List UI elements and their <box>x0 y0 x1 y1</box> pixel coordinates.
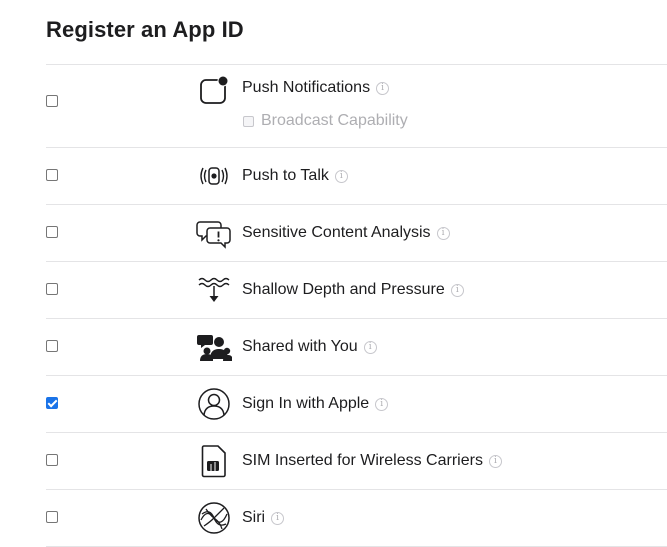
capability-label: Shared with You i <box>242 338 377 356</box>
shallow-depth-and-pressure-checkbox[interactable] <box>46 283 58 295</box>
capability-name: Push Notifications <box>242 79 371 96</box>
capability-name: Shared with You <box>242 338 358 355</box>
capability-row-sensitive-content-analysis: Sensitive Content Analysis i <box>46 205 667 262</box>
broadcast-capability-checkbox[interactable] <box>243 115 254 127</box>
sensitive-content-icon <box>196 215 232 251</box>
push-to-talk-checkbox[interactable] <box>46 169 58 181</box>
capability-label: Sensitive Content Analysis i <box>242 224 450 242</box>
push-notifications-checkbox[interactable] <box>46 95 58 107</box>
capability-row-sign-in-with-apple: Sign In with Apple i <box>46 376 667 433</box>
capability-row-sim-inserted-for-wireless-carriers: SIM Inserted for Wireless Carriers i <box>46 433 667 490</box>
sensitive-content-analysis-checkbox[interactable] <box>46 226 58 238</box>
capability-name: Push to Talk <box>242 167 329 184</box>
capability-label: Push Notifications i <box>242 79 390 97</box>
info-icon[interactable]: i <box>363 340 377 354</box>
siri-icon <box>196 500 232 536</box>
capability-name: SIM Inserted for Wireless Carriers <box>242 452 483 469</box>
sign-in-with-apple-icon <box>196 386 232 422</box>
sim-card-icon <box>196 443 232 479</box>
capability-label: Siri i <box>242 509 285 527</box>
info-icon[interactable]: i <box>450 283 464 297</box>
siri-checkbox[interactable] <box>46 511 58 523</box>
shared-with-you-icon <box>196 329 232 365</box>
capability-name: Sensitive Content Analysis <box>242 224 431 241</box>
info-icon[interactable]: i <box>436 226 450 240</box>
info-icon[interactable]: i <box>271 511 285 525</box>
broadcast-capability-option[interactable]: Broadcast Capability <box>243 112 408 130</box>
push-notifications-icon <box>196 73 232 109</box>
page-title: Register an App ID <box>46 17 244 42</box>
broadcast-capability-label: Broadcast Capability <box>261 112 408 129</box>
capability-label: Sign In with Apple i <box>242 395 389 413</box>
capability-row-push-notifications: Push Notifications i Broadcast Capabilit… <box>46 65 667 148</box>
capabilities-list: Push Notifications i Broadcast Capabilit… <box>46 64 667 547</box>
capability-name: Shallow Depth and Pressure <box>242 281 445 298</box>
capability-row-siri: Siri i <box>46 490 667 547</box>
capability-row-shared-with-you: Shared with You i <box>46 319 667 376</box>
sim-inserted-checkbox[interactable] <box>46 454 58 466</box>
shared-with-you-checkbox[interactable] <box>46 340 58 352</box>
sign-in-with-apple-checkbox[interactable] <box>46 397 58 409</box>
capability-row-shallow-depth-and-pressure: Shallow Depth and Pressure i <box>46 262 667 319</box>
info-icon[interactable]: i <box>375 397 389 411</box>
depth-pressure-icon <box>196 272 232 308</box>
capability-label: SIM Inserted for Wireless Carriers i <box>242 452 502 470</box>
capability-row-push-to-talk: Push to Talk i <box>46 148 667 205</box>
info-icon[interactable]: i <box>488 454 502 468</box>
capability-name: Sign In with Apple <box>242 395 370 412</box>
info-icon[interactable]: i <box>376 81 390 95</box>
push-to-talk-icon <box>196 158 232 194</box>
info-icon[interactable]: i <box>334 169 348 183</box>
capability-name: Siri <box>242 509 266 526</box>
capability-label: Shallow Depth and Pressure i <box>242 281 464 299</box>
capability-label: Push to Talk i <box>242 167 348 185</box>
